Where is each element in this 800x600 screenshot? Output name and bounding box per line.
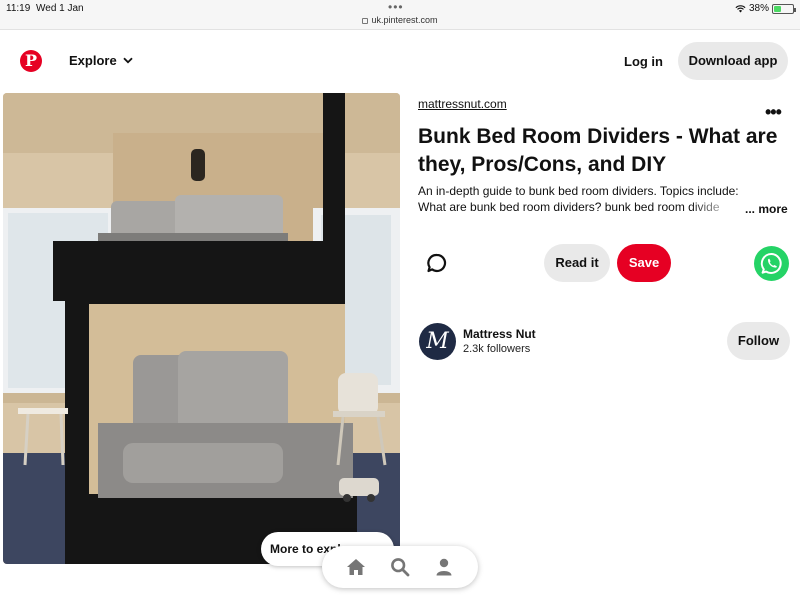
pin-title: Bunk Bed Room Dividers - What are they, … bbox=[418, 125, 778, 176]
site-header: P Explore Log in Download app bbox=[0, 30, 800, 92]
description-line-2: What are bunk bed room dividers? bunk be… bbox=[418, 200, 720, 214]
wifi-icon bbox=[735, 4, 746, 13]
source-domain-link[interactable]: mattressnut.com bbox=[418, 97, 507, 111]
follower-count: 2.3k followers bbox=[463, 343, 531, 355]
bunk-bed-photo bbox=[3, 93, 400, 564]
battery-icon bbox=[772, 3, 796, 14]
battery-percent: 38% bbox=[748, 3, 769, 14]
chevron-down-icon bbox=[123, 57, 133, 64]
bottom-navigation bbox=[322, 546, 478, 588]
address-bar[interactable]: uk.pinterest.com bbox=[0, 15, 800, 25]
download-app-button[interactable]: Download app bbox=[678, 42, 788, 80]
search-icon[interactable] bbox=[390, 557, 410, 577]
battery-level bbox=[774, 5, 781, 12]
login-link[interactable]: Log in bbox=[624, 54, 663, 69]
pinterest-logo[interactable]: P bbox=[20, 50, 42, 72]
save-button[interactable]: Save bbox=[617, 244, 671, 282]
status-date: Wed 1 Jan bbox=[36, 3, 84, 14]
home-icon[interactable] bbox=[346, 557, 366, 577]
description-more-link[interactable]: ... more bbox=[745, 202, 788, 216]
status-bar: 11:19 Wed 1 Jan ••• uk.pinterest.com 38% bbox=[0, 0, 800, 30]
pin-image[interactable] bbox=[3, 93, 400, 564]
whatsapp-share-button[interactable] bbox=[754, 246, 789, 281]
author-avatar[interactable]: M bbox=[419, 323, 456, 360]
multitasking-dots[interactable]: ••• bbox=[388, 0, 404, 14]
explore-label: Explore bbox=[69, 53, 117, 68]
author-name[interactable]: Mattress Nut bbox=[463, 327, 536, 341]
lock-icon bbox=[362, 17, 369, 24]
read-it-button[interactable]: Read it bbox=[544, 244, 610, 282]
pin-description: An in-depth guide to bunk bed room divid… bbox=[418, 183, 788, 215]
url-text: uk.pinterest.com bbox=[371, 15, 438, 25]
whatsapp-icon bbox=[760, 252, 782, 274]
status-indicators: 38% bbox=[735, 3, 796, 14]
description-line-1: An in-depth guide to bunk bed room divid… bbox=[418, 184, 739, 198]
follow-button[interactable]: Follow bbox=[727, 322, 790, 360]
profile-icon[interactable] bbox=[434, 557, 454, 577]
more-options-button[interactable]: ••• bbox=[765, 103, 782, 121]
explore-menu-button[interactable]: Explore bbox=[69, 53, 133, 68]
status-time: 11:19 bbox=[6, 3, 31, 14]
comment-icon[interactable] bbox=[425, 251, 449, 275]
